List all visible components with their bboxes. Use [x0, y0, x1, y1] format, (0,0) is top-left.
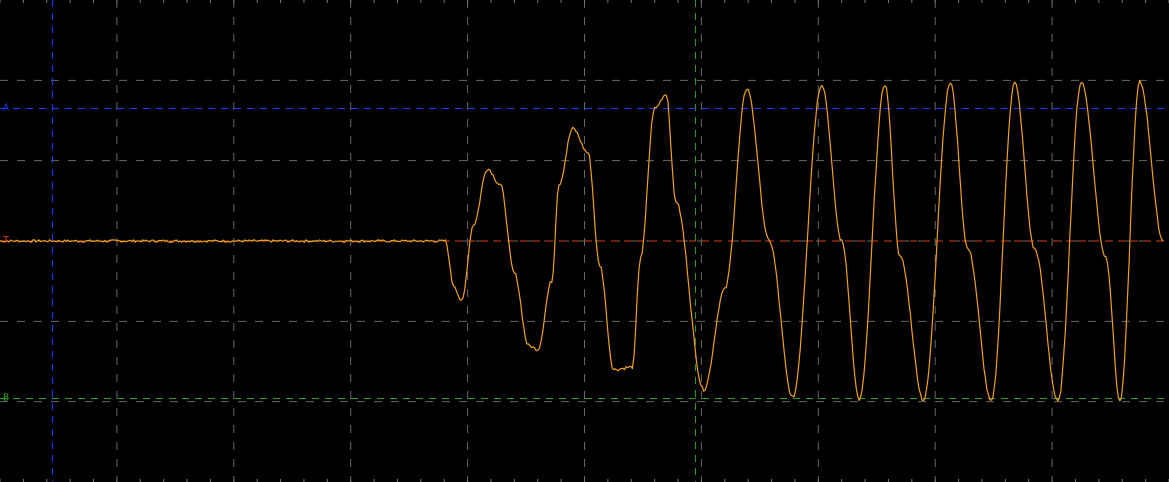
plot-area: A T B [0, 0, 1169, 482]
cursor-label-A: A [3, 102, 9, 113]
cursor-label-T: T [3, 235, 9, 246]
oscilloscope-display: A T B [0, 0, 1169, 482]
cursor-label-B: B [3, 392, 9, 403]
